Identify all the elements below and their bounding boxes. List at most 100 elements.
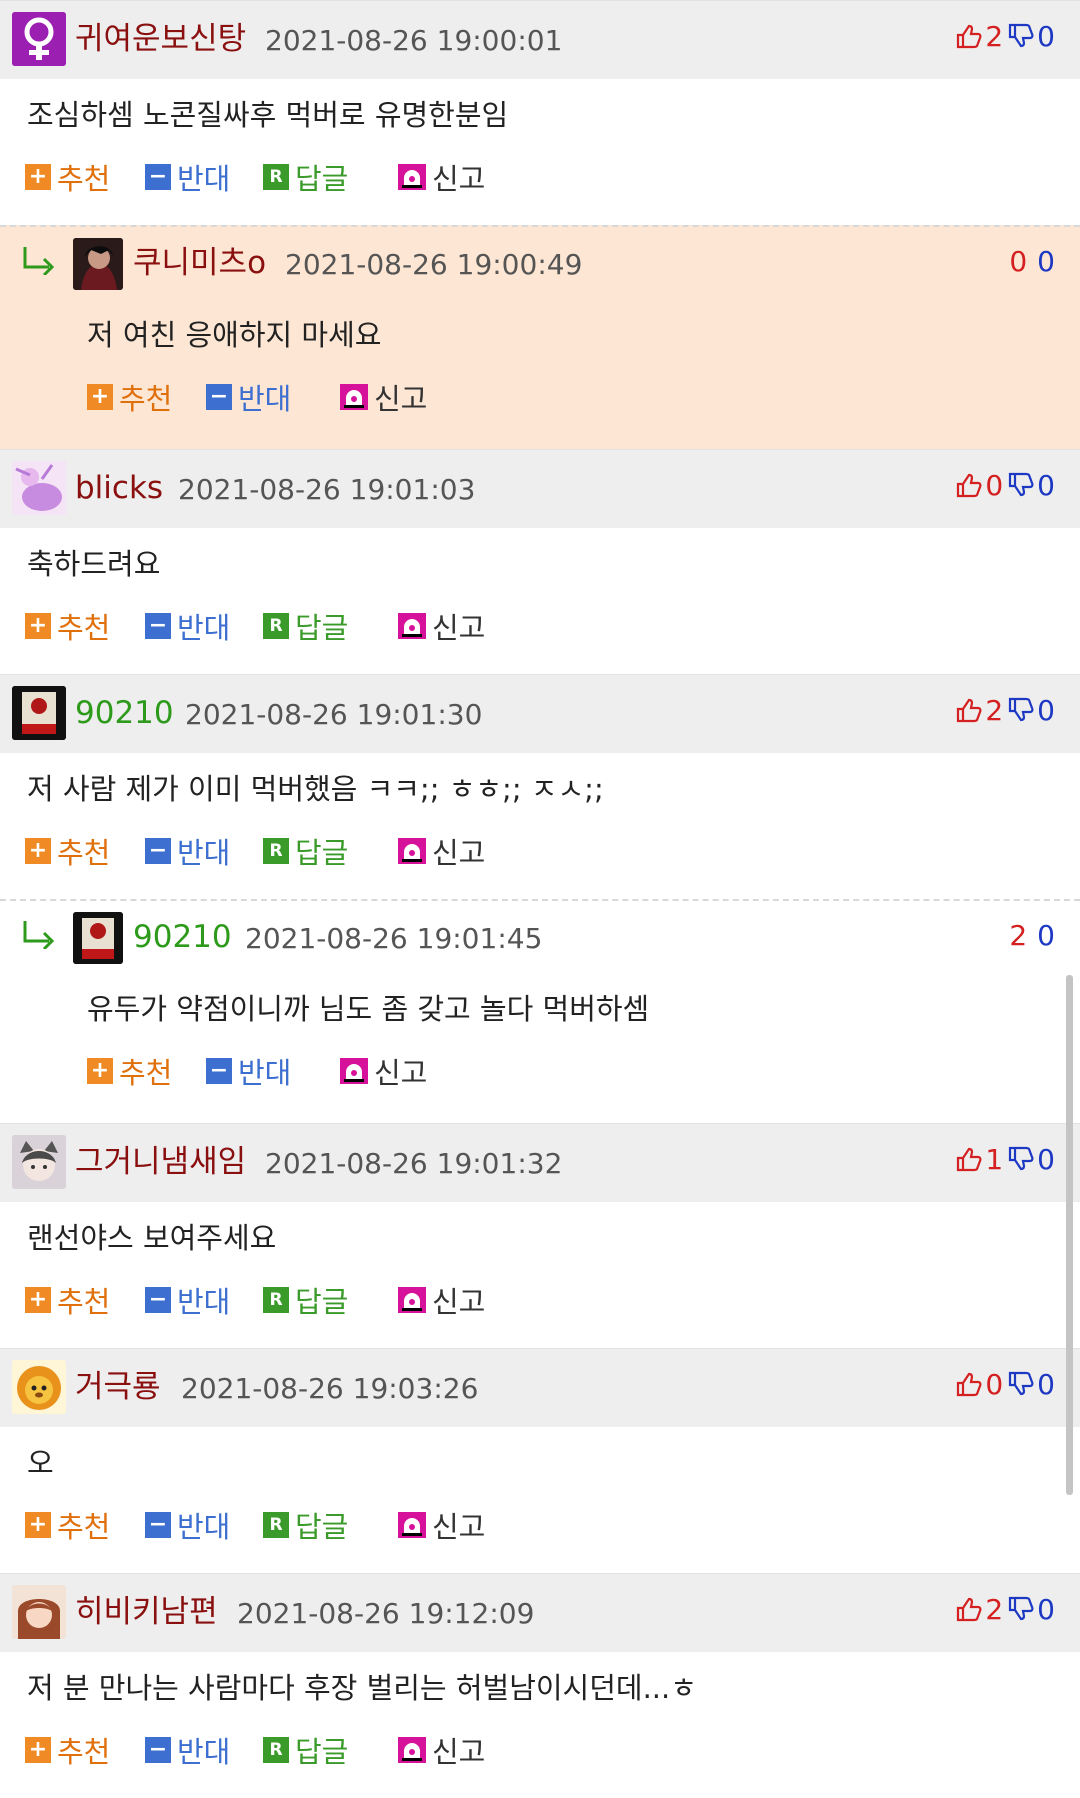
oppose-label: 반대 — [177, 611, 231, 645]
minus-icon: − — [145, 838, 171, 864]
report-label: 신고 — [432, 836, 486, 870]
reply-button[interactable]: R 답글 — [263, 157, 348, 197]
reply-label: 답글 — [295, 162, 349, 196]
nickname[interactable]: 90210 — [75, 693, 174, 733]
reply-date: 2021-08-26 19:00:49 — [285, 248, 583, 281]
report-button[interactable]: 신고 — [398, 1505, 485, 1545]
oppose-button[interactable]: − 반대 — [145, 1730, 230, 1770]
minus-icon: − — [206, 384, 232, 410]
thumbs-down-icon — [1009, 1596, 1034, 1621]
report-label: 신고 — [432, 611, 486, 645]
report-button[interactable]: 신고 — [398, 606, 485, 646]
reply-r-icon: R — [263, 1287, 289, 1313]
avatar[interactable] — [12, 1360, 66, 1414]
recommend-button[interactable]: + 추천 — [87, 1051, 172, 1091]
avatar[interactable] — [73, 238, 123, 290]
comment-date: 2021-08-26 19:01:30 — [185, 698, 483, 731]
upvote-count: 2 — [985, 1592, 1004, 1626]
oppose-button[interactable]: − 반대 — [145, 157, 230, 197]
recommend-label: 추천 — [57, 1510, 111, 1544]
comment-text: 저 사람 제가 이미 먹버했음 ㅋㅋ;; ㅎㅎ;; ㅈㅅ;; — [27, 772, 604, 806]
reply-button[interactable]: R 답글 — [263, 606, 348, 646]
nickname[interactable]: 그거니냄새임 — [75, 1142, 246, 1182]
oppose-button[interactable]: − 반대 — [145, 606, 230, 646]
report-button[interactable]: 신고 — [340, 1051, 427, 1091]
upvote-count: 2 — [1009, 919, 1028, 952]
siren-icon — [398, 1287, 426, 1313]
comment-text: 오 — [27, 1446, 54, 1480]
comment: 거극룡 2021-08-26 19:03:26 0 0 오 + 추천 − 반대 R답… — [0, 1348, 1080, 1573]
comment-text: 축하드려요 — [27, 547, 161, 581]
comment-date: 2021-08-26 19:01:03 — [178, 473, 476, 506]
reply-r-icon: R — [263, 1737, 289, 1763]
recommend-button[interactable]: + 추천 — [87, 377, 172, 417]
avatar[interactable] — [12, 12, 66, 66]
comment-list: 귀여운보신탕 2021-08-26 19:00:01 2 0 조심하셈 노콘질싸… — [0, 0, 1080, 1798]
reply-r-icon: R — [263, 613, 289, 639]
recommend-button[interactable]: + 추천 — [25, 1505, 110, 1545]
comment-date: 2021-08-26 19:03:26 — [181, 1372, 479, 1405]
recommend-button[interactable]: + 추천 — [25, 1280, 110, 1320]
avatar[interactable] — [12, 1585, 66, 1639]
scrollbar[interactable] — [1066, 975, 1073, 1495]
siren-icon — [398, 1737, 426, 1763]
oppose-button[interactable]: − 반대 — [145, 831, 230, 871]
minus-icon: − — [145, 164, 171, 190]
nickname[interactable]: 쿠니미츠o — [133, 243, 266, 283]
oppose-label: 반대 — [177, 162, 231, 196]
reply-label: 답글 — [295, 611, 349, 645]
comment-header: 거극룡 2021-08-26 19:03:26 0 0 — [0, 1348, 1080, 1427]
report-label: 신고 — [432, 1285, 486, 1319]
reply-button[interactable]: R 답글 — [263, 831, 348, 871]
report-label: 신고 — [432, 162, 486, 196]
avatar[interactable] — [73, 912, 123, 964]
plus-icon: + — [87, 1058, 113, 1084]
reply-button[interactable]: R 답글 — [263, 1505, 348, 1545]
comment-header: 히비키남편 2021-08-26 19:12:09 2 0 — [0, 1573, 1080, 1652]
nickname[interactable]: 90210 — [133, 917, 232, 957]
reply-r-icon: R — [263, 1512, 289, 1538]
oppose-button[interactable]: − 반대 — [145, 1280, 230, 1320]
nickname[interactable]: 귀여운보신탕 — [75, 19, 246, 59]
oppose-button[interactable]: − 반대 — [206, 377, 291, 417]
oppose-label: 반대 — [238, 382, 292, 416]
report-label: 신고 — [374, 382, 428, 416]
report-button[interactable]: 신고 — [340, 377, 427, 417]
plus-icon: + — [25, 1512, 51, 1538]
minus-icon: − — [145, 1512, 171, 1538]
reply-label: 답글 — [295, 836, 349, 870]
recommend-button[interactable]: + 추천 — [25, 1730, 110, 1770]
report-button[interactable]: 신고 — [398, 1730, 485, 1770]
nickname[interactable]: 거극룡 — [75, 1367, 161, 1407]
reply-actions: + 추천 − 반대 신고 — [0, 1039, 1080, 1123]
siren-icon — [398, 1512, 426, 1538]
reply-button[interactable]: R 답글 — [263, 1280, 348, 1320]
upvote-count: 2 — [985, 19, 1004, 53]
siren-icon — [398, 613, 426, 639]
report-button[interactable]: 신고 — [398, 831, 485, 871]
comment-actions: + 추천 − 반대 R 답글 신고 — [0, 594, 1080, 674]
avatar[interactable] — [12, 1135, 66, 1189]
recommend-button[interactable]: + 추천 — [25, 831, 110, 871]
comment: 그거니냄새임 2021-08-26 19:01:32 1 0 랜선야스 보여주세… — [0, 1123, 1080, 1348]
comment-text: 랜선야스 보여주세요 — [27, 1221, 277, 1255]
avatar[interactable] — [12, 686, 66, 740]
report-button[interactable]: 신고 — [398, 157, 485, 197]
report-button[interactable]: 신고 — [398, 1280, 485, 1320]
recommend-button[interactable]: + 추천 — [25, 157, 110, 197]
vote-counts: 1 0 — [955, 1142, 1055, 1176]
plus-icon: + — [87, 384, 113, 410]
reply-comment: 90210 2021-08-26 19:01:45 20 유두가 약점이니까 님… — [0, 899, 1080, 1123]
plus-icon: + — [25, 1737, 51, 1763]
reply-text: 유두가 약점이니까 님도 좀 갖고 놀다 먹버하셈 — [87, 992, 650, 1026]
vote-counts: 00 — [1009, 245, 1055, 278]
oppose-button[interactable]: − 반대 — [145, 1505, 230, 1545]
reply-button[interactable]: R 답글 — [263, 1730, 348, 1770]
avatar[interactable] — [12, 461, 66, 515]
vote-counts: 2 0 — [955, 19, 1055, 53]
oppose-button[interactable]: − 반대 — [206, 1051, 291, 1091]
nickname[interactable]: blicks — [75, 468, 163, 508]
nickname[interactable]: 히비키남편 — [75, 1592, 218, 1632]
recommend-button[interactable]: + 추천 — [25, 606, 110, 646]
recommend-label: 추천 — [119, 382, 173, 416]
